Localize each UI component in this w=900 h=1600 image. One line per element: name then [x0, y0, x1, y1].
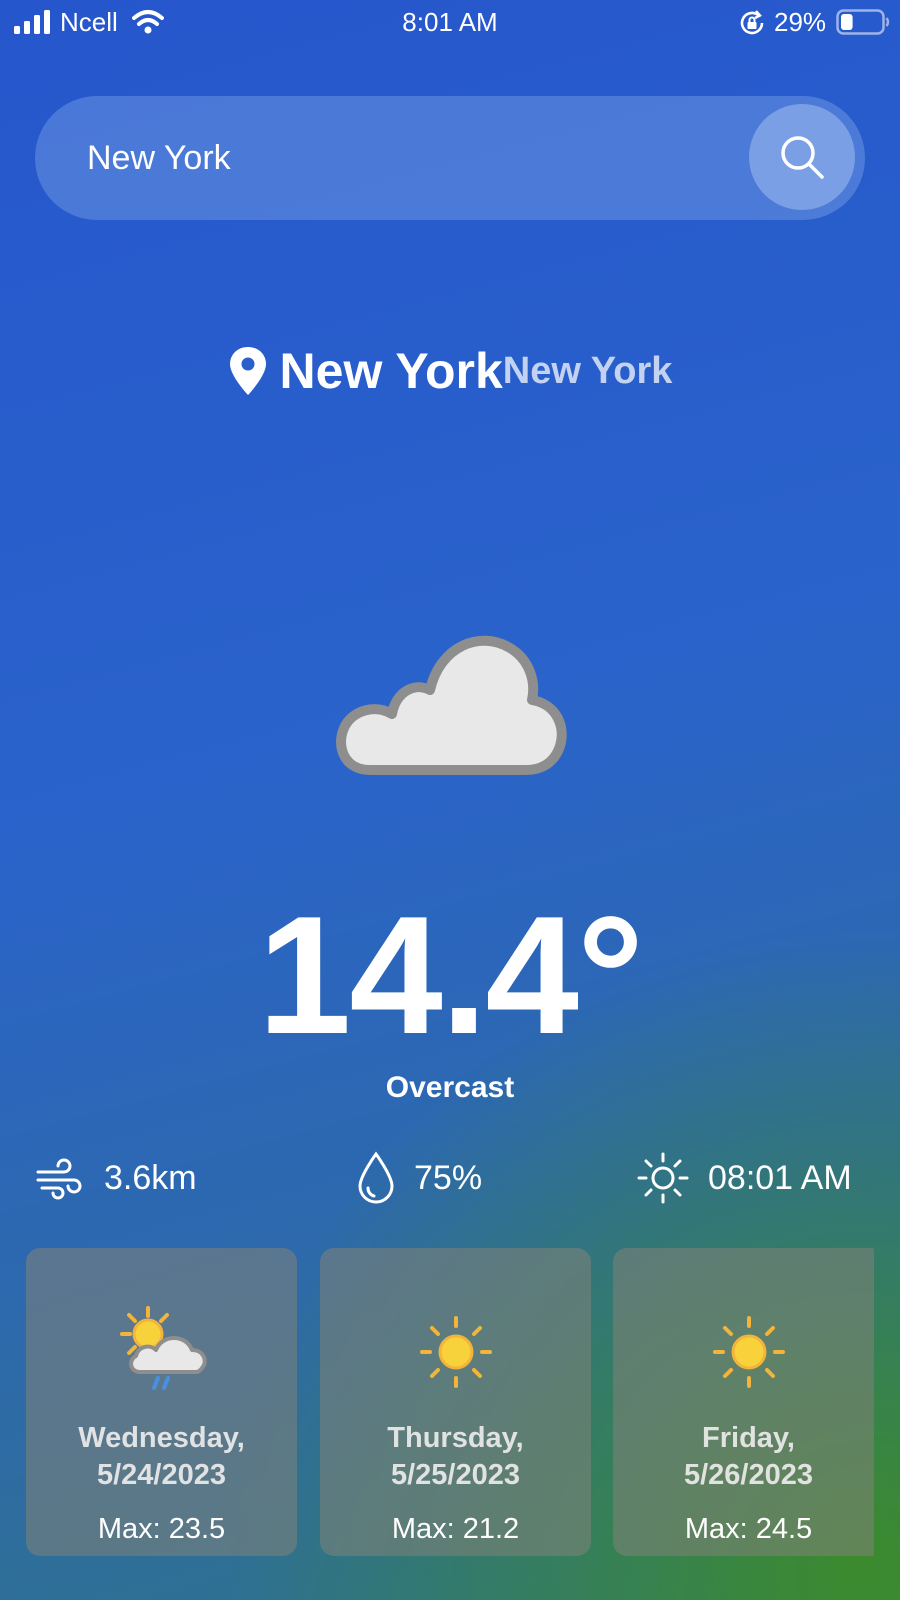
battery-percent: 29% — [774, 7, 827, 37]
location-header: New York New York — [0, 336, 900, 406]
current-temperature: 14.4° — [257, 881, 644, 1069]
forecast-card-wednesday[interactable]: Wednesday, 5/24/2023 Max: 23.5 — [26, 1248, 297, 1556]
forecast-date: Thursday, 5/25/2023 — [320, 1420, 591, 1494]
search-input[interactable] — [87, 128, 727, 188]
forecast-date-label: 5/24/2023 — [96, 1459, 226, 1491]
sunrise-stat: 08:01 AM — [636, 1148, 852, 1208]
status-bar: Ncell 8:01 AM 29% — [0, 0, 900, 44]
forecast-max: Max: 24.5 — [684, 1513, 813, 1545]
forecast-day-label: Friday, — [702, 1422, 795, 1454]
rotation-lock-icon — [740, 10, 764, 35]
cloud-icon — [336, 635, 567, 775]
forecast-date: Wednesday, 5/24/2023 — [26, 1420, 297, 1494]
sun-outline-icon — [637, 1152, 689, 1204]
forecast-card-friday[interactable]: Friday, 5/26/2023 Max: 24.5 — [613, 1248, 874, 1556]
forecast-max: Max: 23.5 — [97, 1513, 226, 1545]
search-icon — [781, 136, 824, 179]
forecast-max: Max: 21.2 — [391, 1513, 520, 1545]
sunrise-value: 08:01 AM — [708, 1158, 852, 1197]
sun-cloud-rain-icon — [119, 1306, 207, 1390]
forecast-date: Friday, 5/26/2023 — [613, 1420, 874, 1494]
humidity-value: 75% — [414, 1158, 483, 1197]
humidity-stat: 75% — [356, 1148, 482, 1208]
forecast-date-label: 5/26/2023 — [683, 1459, 813, 1491]
battery-icon — [836, 9, 890, 35]
droplet-icon — [358, 1151, 394, 1204]
wind-value: 3.6km — [104, 1158, 197, 1197]
wind-icon — [36, 1158, 82, 1200]
forecast-day-label: Thursday, — [387, 1422, 524, 1454]
city-name: New York — [279, 343, 503, 399]
search-button[interactable] — [749, 104, 855, 210]
forecast-list[interactable]: Wednesday, 5/24/2023 Max: 23.5 Thursday,… — [26, 1248, 874, 1556]
forecast-day-label: Wednesday, — [78, 1422, 245, 1454]
forecast-date-label: 5/25/2023 — [390, 1459, 520, 1491]
search-bar — [35, 96, 865, 220]
wind-stat: 3.6km — [34, 1148, 197, 1208]
region-name: New York — [502, 349, 673, 392]
sun-icon — [419, 1316, 492, 1388]
condition-text: Overcast — [385, 1071, 515, 1104]
sun-icon — [712, 1316, 785, 1388]
location-pin-icon — [229, 347, 266, 395]
forecast-card-thursday[interactable]: Thursday, 5/25/2023 Max: 21.2 — [320, 1248, 591, 1556]
